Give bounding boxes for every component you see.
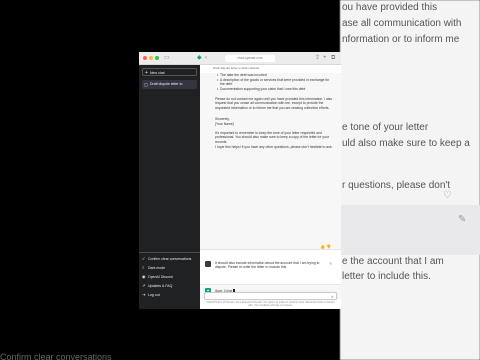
background-text: ou have provided this [342, 2, 438, 13]
minimize-window-button[interactable] [149, 56, 153, 60]
background-text: e tone of your letter [342, 122, 429, 133]
sidebar-link-label: OpenAI Discord [148, 275, 173, 279]
thumbs-down-icon[interactable]: 👎 [326, 244, 331, 249]
sidebar-conversation[interactable]: ▢ Draft dispute letter to [142, 80, 197, 89]
thumb-icon: ♡ [443, 190, 452, 201]
tabs-icon[interactable]: ⧉ [331, 54, 335, 62]
moon-icon: ☾ [142, 265, 146, 270]
footer-note: ChatGPT Dec 15 Version. Free Research Pr… [206, 301, 335, 308]
feedback-icons: 👍 👎 [320, 244, 331, 249]
logout-icon: ⇥ [142, 292, 146, 297]
message-input[interactable]: ➤ [204, 292, 337, 300]
browser-titlebar: ▭ ◆ ‹ chat.openai.com ⇪ + ⧉ [139, 52, 341, 65]
assistant-name: [Your Name] [215, 122, 234, 126]
sidebar-link-label: Confirm clear conversations [148, 257, 192, 261]
chat-main: Draft dispute letter to debt collector T… [200, 65, 341, 309]
discord-icon: ◉ [142, 274, 146, 279]
sidebar-footer: ✓ Confirm clear conversations ☾ Dark mod… [139, 252, 200, 297]
background-text: letter to include this. [342, 271, 431, 282]
close-window-button[interactable] [143, 56, 147, 60]
sidebar-link-logout[interactable]: ⇥ Log out [142, 292, 160, 298]
plus-icon: + [145, 70, 148, 76]
assistant-message: The date the debt was incurred A descrip… [200, 73, 341, 250]
list-item: The date the debt was incurred [217, 73, 332, 78]
sidebar-toggle-icon[interactable]: ▭ [164, 54, 170, 62]
background-chat-row [340, 205, 480, 255]
sidebar-link-label: Dark mode [148, 266, 166, 270]
background-text: nformation or to inform me [342, 34, 460, 45]
conversation-title: Draft dispute letter to [150, 82, 183, 86]
sidebar-link-discord[interactable]: ◉ OpenAI Discord [142, 274, 173, 280]
new-tab-icon[interactable]: + [323, 54, 327, 62]
user-message-text: It should also include information about… [215, 261, 320, 270]
assistant-paragraph: I hope this helps! If you have any other… [215, 145, 333, 149]
user-avatar [205, 261, 211, 267]
share-icon[interactable]: ⇪ [315, 54, 320, 62]
back-icon[interactable]: ‹ [205, 54, 207, 62]
check-icon: ✓ [142, 256, 146, 261]
assistant-paragraph: Please do not contact me again until you… [215, 97, 333, 110]
external-link-icon: ↗ [142, 283, 146, 288]
send-icon[interactable]: ➤ [331, 294, 334, 299]
thumbs-up-icon[interactable]: 👍 [320, 244, 325, 249]
sidebar-link-label: Updates & FAQ [148, 284, 173, 288]
new-chat-label: New chat [150, 71, 165, 75]
assistant-paragraph: It's important to remember to keep the t… [215, 131, 330, 144]
background-text: uld also make sure to keep a [342, 138, 470, 149]
sidebar-link-confirm-clear[interactable]: ✓ Confirm clear conversations [142, 256, 191, 262]
background-text: r questions, please don't [342, 180, 451, 191]
chat-bubble-icon: ▢ [144, 82, 148, 87]
background-text: e the account that I am [342, 256, 444, 267]
maximize-window-button[interactable] [155, 56, 159, 60]
edit-icon: ✎ [458, 214, 467, 225]
sidebar: + New chat ▢ Draft dispute letter to ✓ C… [139, 65, 200, 309]
edit-icon[interactable]: ✎ [329, 261, 332, 266]
background-text: ase all communication with [342, 18, 462, 29]
browser-window: ▭ ◆ ‹ chat.openai.com ⇪ + ⧉ + New chat ▢… [139, 52, 341, 309]
openai-tab-icon[interactable]: ◆ [197, 54, 202, 62]
user-message: It should also include information about… [200, 258, 341, 285]
assistant-signoff: Sincerely, [215, 117, 230, 121]
list-item: Documentation supporting your claim that… [217, 87, 332, 92]
url-bar[interactable]: chat.openai.com [225, 55, 275, 62]
sidebar-link-updates[interactable]: ↗ Updates & FAQ [142, 283, 172, 289]
new-chat-button[interactable]: + New chat [142, 68, 197, 76]
background-text: Confirm clear conversations [0, 352, 112, 360]
sidebar-link-label: Log out [148, 293, 160, 297]
list-item: A description of the goods or services t… [217, 78, 332, 87]
sidebar-link-dark-mode[interactable]: ☾ Dark mode [142, 265, 165, 271]
